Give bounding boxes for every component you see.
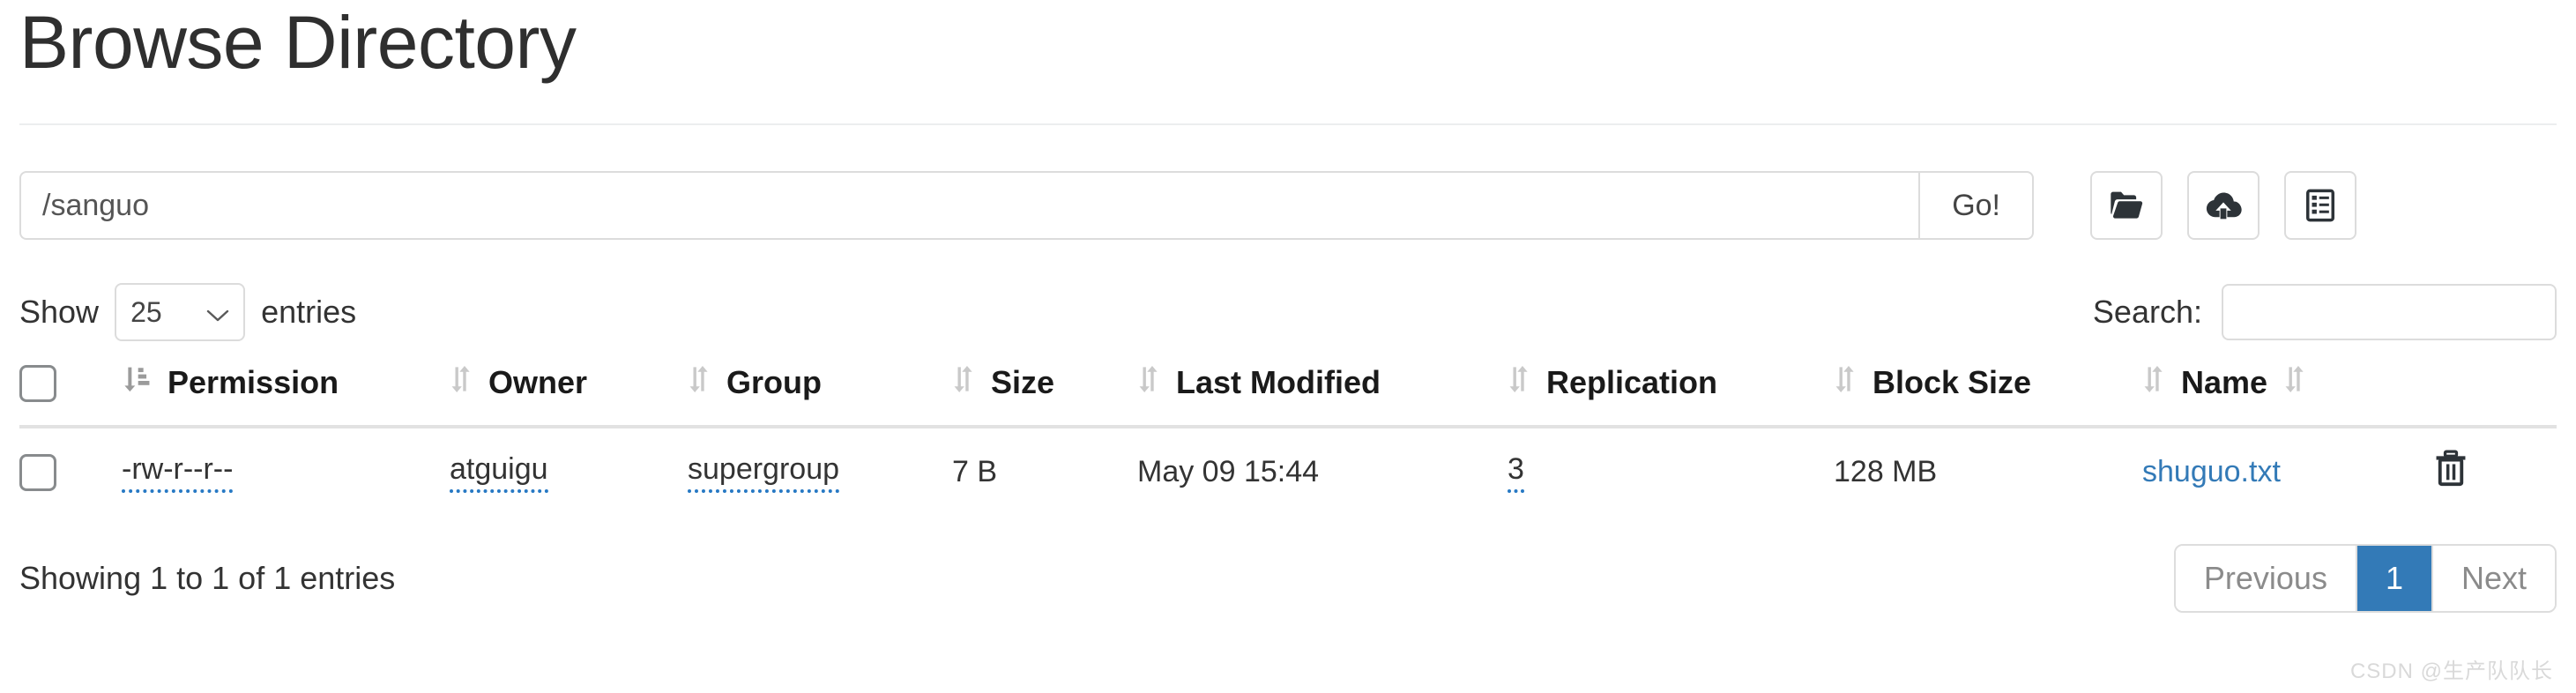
row-select-cell bbox=[19, 427, 122, 518]
cell-size: 7 B bbox=[952, 455, 998, 489]
table-row: -rw-r--r-- atguigu supergroup 7 B May 09… bbox=[19, 427, 2557, 518]
header-permission[interactable]: Permission bbox=[122, 358, 450, 429]
toolbar-buttons bbox=[2090, 171, 2356, 240]
header-block-size-label: Block Size bbox=[1872, 364, 2032, 401]
files-table-head: Permission Owner Group Size Last Modifie… bbox=[19, 358, 2557, 429]
permission-value[interactable]: -rw-r--r-- bbox=[122, 453, 234, 493]
cell-last-modified: May 09 15:44 bbox=[1137, 455, 1320, 489]
search-input[interactable] bbox=[2222, 284, 2557, 340]
path-bar-row: Go! bbox=[19, 171, 2557, 240]
trash-icon bbox=[2433, 450, 2468, 489]
header-group[interactable]: Group bbox=[688, 358, 952, 429]
table-header-row: Permission Owner Group Size Last Modifie… bbox=[19, 358, 2557, 429]
sort-amount-down-icon bbox=[122, 364, 152, 402]
header-size-label: Size bbox=[991, 364, 1055, 401]
table-controls-row: Show 25 entries Search: bbox=[19, 279, 2557, 346]
upload-icon bbox=[2205, 190, 2242, 221]
entries-label: entries bbox=[261, 294, 357, 330]
header-actions bbox=[2433, 358, 2557, 429]
cut-paste-button[interactable] bbox=[2284, 171, 2356, 240]
title-divider bbox=[19, 123, 2557, 125]
header-size[interactable]: Size bbox=[952, 358, 1137, 429]
select-all-checkbox[interactable] bbox=[19, 365, 56, 403]
path-input-group: Go! bbox=[19, 171, 2034, 240]
pagination: Previous 1 Next bbox=[2173, 544, 2557, 613]
header-replication-label: Replication bbox=[1546, 364, 1718, 401]
watermark: CSDN @生产队队长 bbox=[2349, 659, 2553, 683]
search-control: Search: bbox=[2093, 284, 2557, 340]
header-select-all bbox=[19, 358, 122, 429]
header-last-modified-label: Last Modified bbox=[1176, 364, 1381, 401]
pagination-next[interactable]: Next bbox=[2432, 546, 2555, 611]
sort-icon bbox=[688, 364, 711, 402]
search-label: Search: bbox=[2092, 294, 2202, 330]
table-info: Showing 1 to 1 of 1 entries bbox=[19, 560, 396, 597]
cut-paste-icon bbox=[2304, 189, 2336, 222]
page-length-control: Show 25 entries bbox=[19, 283, 356, 341]
new-directory-icon bbox=[2109, 190, 2144, 221]
go-button[interactable]: Go! bbox=[1918, 171, 2034, 240]
files-table: Permission Owner Group Size Last Modifie… bbox=[19, 358, 2557, 518]
header-replication[interactable]: Replication bbox=[1508, 358, 1834, 429]
cell-owner: atguigu bbox=[450, 427, 688, 518]
show-label: Show bbox=[19, 294, 100, 330]
page-length-value: 25 bbox=[130, 295, 162, 328]
header-block-size[interactable]: Block Size bbox=[1834, 358, 2142, 429]
header-owner[interactable]: Owner bbox=[450, 358, 688, 429]
pagination-previous[interactable]: Previous bbox=[2175, 546, 2357, 611]
cell-group: supergroup bbox=[688, 427, 952, 518]
pagination-page-1[interactable]: 1 bbox=[2356, 546, 2433, 611]
new-directory-button[interactable] bbox=[2090, 171, 2163, 240]
page-title: Browse Directory bbox=[19, 1, 577, 84]
sort-icon bbox=[1508, 364, 1530, 402]
sort-icon bbox=[2142, 364, 2165, 402]
replication-value[interactable]: 3 bbox=[1508, 453, 1524, 493]
browse-directory-page: Browse Directory Go! bbox=[0, 0, 2576, 693]
group-value[interactable]: supergroup bbox=[688, 453, 840, 493]
cell-permission: -rw-r--r-- bbox=[122, 427, 450, 518]
chevron-down-icon bbox=[206, 294, 229, 331]
page-length-select[interactable]: 25 bbox=[115, 283, 246, 341]
sort-icon bbox=[2283, 364, 2306, 402]
cell-actions bbox=[2433, 427, 2557, 518]
cell-name: shuguo.txt bbox=[2142, 427, 2433, 518]
sort-icon bbox=[1834, 364, 1857, 402]
header-owner-label: Owner bbox=[488, 364, 588, 401]
row-checkbox[interactable] bbox=[19, 453, 56, 491]
sort-icon bbox=[450, 364, 473, 402]
upload-button[interactable] bbox=[2187, 171, 2260, 240]
sort-icon bbox=[1137, 364, 1160, 402]
delete-row-button[interactable] bbox=[2433, 450, 2468, 489]
owner-value[interactable]: atguigu bbox=[450, 453, 548, 493]
cell-replication: 3 bbox=[1508, 427, 1834, 518]
file-name-link[interactable]: shuguo.txt bbox=[2142, 455, 2281, 488]
header-name[interactable]: Name bbox=[2142, 358, 2433, 429]
sort-icon bbox=[952, 364, 975, 402]
header-permission-label: Permission bbox=[168, 364, 339, 401]
header-name-label: Name bbox=[2181, 364, 2268, 401]
header-group-label: Group bbox=[726, 364, 822, 401]
header-last-modified[interactable]: Last Modified bbox=[1137, 358, 1508, 429]
files-table-body: -rw-r--r-- atguigu supergroup 7 B May 09… bbox=[19, 427, 2557, 518]
cell-block-size: 128 MB bbox=[1834, 455, 1938, 489]
directory-path-input[interactable] bbox=[19, 171, 1919, 240]
table-footer: Showing 1 to 1 of 1 entries Previous 1 N… bbox=[19, 544, 2557, 613]
